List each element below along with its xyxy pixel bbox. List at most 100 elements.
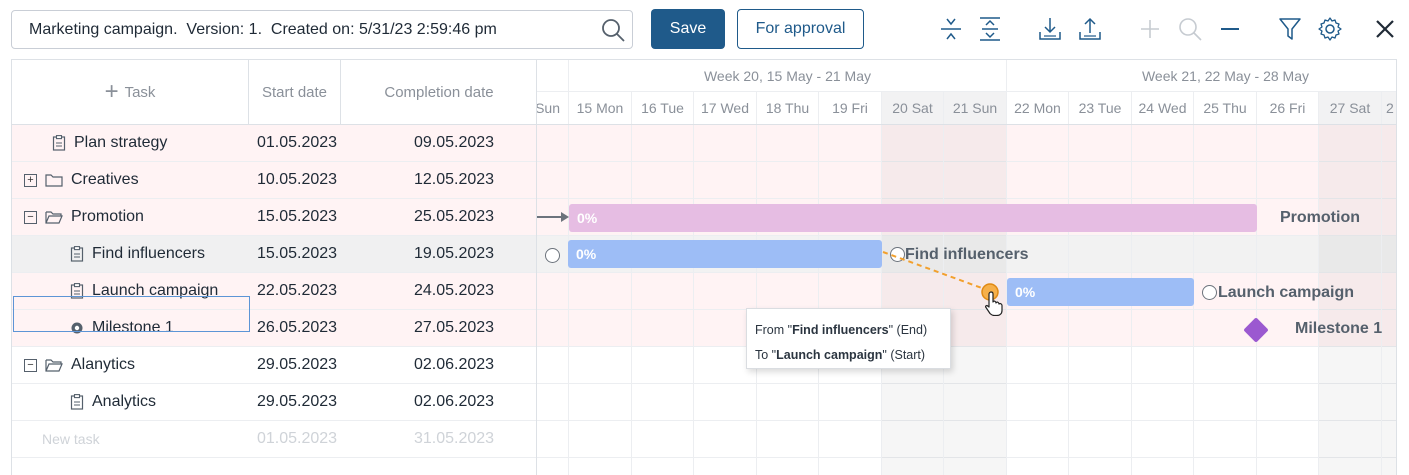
task-icon	[52, 135, 66, 151]
day-label: 26 Fri	[1256, 92, 1318, 124]
weekend-column	[1381, 125, 1396, 475]
day-label: 18 Thu	[756, 92, 818, 124]
bar-label: Launch campaign	[1218, 284, 1355, 301]
collapse-icon[interactable]: −	[24, 210, 37, 224]
search-box[interactable]	[11, 10, 633, 49]
launch-campaign-bar[interactable]: 0%	[1007, 278, 1194, 306]
start-date: 01.05.2023	[257, 430, 338, 447]
new-task-row[interactable]: New task 01.05.2023 31.05.2023	[12, 421, 537, 458]
table-row[interactable]: Plan strategy 01.05.2023 09.05.2023	[12, 125, 537, 162]
completion-date: 02.06.2023	[414, 393, 495, 410]
day-column	[756, 125, 818, 475]
day-column	[693, 125, 756, 475]
task-name: Milestone 1	[92, 319, 174, 336]
day-label: 2	[1381, 92, 1396, 124]
new-task-placeholder[interactable]: New task	[42, 421, 100, 457]
folder-icon	[45, 174, 63, 187]
task-name: Find influencers	[92, 245, 205, 262]
day-label: 24 Wed	[1131, 92, 1193, 124]
search-icon[interactable]	[600, 17, 626, 43]
start-date: 15.05.2023	[257, 208, 338, 225]
search-input[interactable]	[29, 11, 589, 48]
completion-date: 09.05.2023	[414, 134, 495, 151]
table-row[interactable]: Analytics 29.05.2023 02.06.2023	[12, 384, 537, 421]
tooltip-text: To "	[755, 348, 777, 362]
add-task-header[interactable]: + Task	[12, 60, 249, 124]
bar-label: Milestone 1	[1295, 320, 1383, 337]
completion-date: 02.06.2023	[414, 356, 495, 373]
day-header: Sun 15 Mon 16 Tue 17 Wed 18 Thu 19 Fri 2…	[537, 92, 1396, 125]
collapse-icon[interactable]: −	[24, 358, 37, 372]
task-icon	[70, 246, 84, 262]
plus-icon	[1136, 14, 1164, 44]
hand-cursor-icon	[985, 291, 1003, 316]
bar-progress: 0%	[577, 210, 598, 226]
bar-progress: 0%	[576, 246, 597, 262]
table-row[interactable]: Find influencers 15.05.2023 19.05.2023	[12, 236, 537, 273]
download-icon[interactable]	[1036, 14, 1064, 44]
task-column-header: Task	[124, 83, 156, 101]
task-name: Alanytics	[71, 356, 136, 373]
expand-rows-icon[interactable]	[976, 14, 1004, 44]
find-influencers-bar[interactable]: 0%	[568, 240, 882, 268]
task-grid: + Task Start date Completion date Plan st…	[11, 59, 537, 475]
folder-open-icon	[45, 211, 63, 224]
grid-header: + Task Start date Completion date	[12, 60, 537, 125]
completion-date-column-header: Completion date	[384, 83, 494, 101]
week-label: Week 20, 15 May - 21 May	[568, 60, 1006, 92]
start-date: 26.05.2023	[257, 319, 338, 336]
link-handle-end[interactable]	[1202, 285, 1217, 300]
task-name: Analytics	[92, 393, 157, 410]
day-label: 25 Thu	[1193, 92, 1256, 124]
milestone-diamond-icon[interactable]	[1242, 316, 1272, 346]
expand-icon[interactable]: +	[24, 173, 37, 187]
start-date: 01.05.2023	[257, 134, 338, 151]
zoom-out-icon[interactable]	[1216, 14, 1244, 44]
folder-open-icon	[45, 359, 63, 372]
settings-icon[interactable]	[1316, 14, 1344, 44]
week-label: Week 21, 22 May - 28 May	[1006, 60, 1396, 92]
day-label: 16 Tue	[631, 92, 693, 124]
plus-icon[interactable]: +	[105, 80, 119, 104]
table-row[interactable]: Launch campaign 22.05.2023 24.05.2023	[12, 273, 537, 310]
tooltip-text: From "	[755, 323, 793, 337]
day-column	[818, 125, 881, 475]
collapse-rows-icon[interactable]	[937, 14, 965, 44]
milestone-icon	[71, 322, 83, 334]
table-row[interactable]: Milestone 1 26.05.2023 27.05.2023	[12, 310, 537, 347]
task-name: Promotion	[71, 208, 144, 225]
table-row[interactable]: − Promotion 15.05.2023 25.05.2023	[12, 199, 537, 236]
completion-date: 24.05.2023	[414, 282, 495, 299]
upload-icon[interactable]	[1076, 14, 1104, 44]
for-approval-button[interactable]: For approval	[737, 9, 864, 49]
filter-icon[interactable]	[1276, 14, 1304, 44]
day-label: 17 Wed	[693, 92, 756, 124]
day-column	[568, 125, 631, 475]
dependency-arrow-icon	[537, 212, 569, 222]
link-handle-start[interactable]	[545, 248, 560, 263]
bar-label: Promotion	[1280, 209, 1360, 226]
close-icon[interactable]	[1371, 14, 1399, 44]
save-button[interactable]: Save	[651, 9, 725, 49]
tooltip-to: To "Launch campaign" (Start)	[755, 343, 942, 368]
start-date: 22.05.2023	[257, 282, 338, 299]
completion-date: 19.05.2023	[414, 245, 495, 262]
completion-date: 31.05.2023	[414, 430, 495, 447]
task-name: Plan strategy	[74, 134, 168, 151]
start-date: 29.05.2023	[257, 356, 338, 373]
promotion-bar[interactable]: 0%	[569, 204, 1257, 232]
completion-date: 12.05.2023	[414, 171, 495, 188]
tooltip-task: Launch campaign	[776, 348, 883, 362]
start-date: 29.05.2023	[257, 393, 338, 410]
tooltip-text: " (Start)	[882, 348, 926, 362]
zoom-in-icon	[1176, 14, 1204, 44]
table-row[interactable]: − Alanytics 29.05.2023 02.06.2023	[12, 347, 537, 384]
start-date: 10.05.2023	[257, 171, 338, 188]
table-row[interactable]: + Creatives 10.05.2023 12.05.2023	[12, 162, 537, 199]
start-date: 15.05.2023	[257, 245, 338, 262]
day-label: Sun	[537, 92, 568, 124]
task-icon	[70, 283, 84, 299]
day-label: 27 Sat	[1318, 92, 1381, 124]
task-name: Creatives	[71, 171, 139, 188]
link-tooltip: From "Find influencers" (End) To "Launch…	[746, 308, 951, 369]
